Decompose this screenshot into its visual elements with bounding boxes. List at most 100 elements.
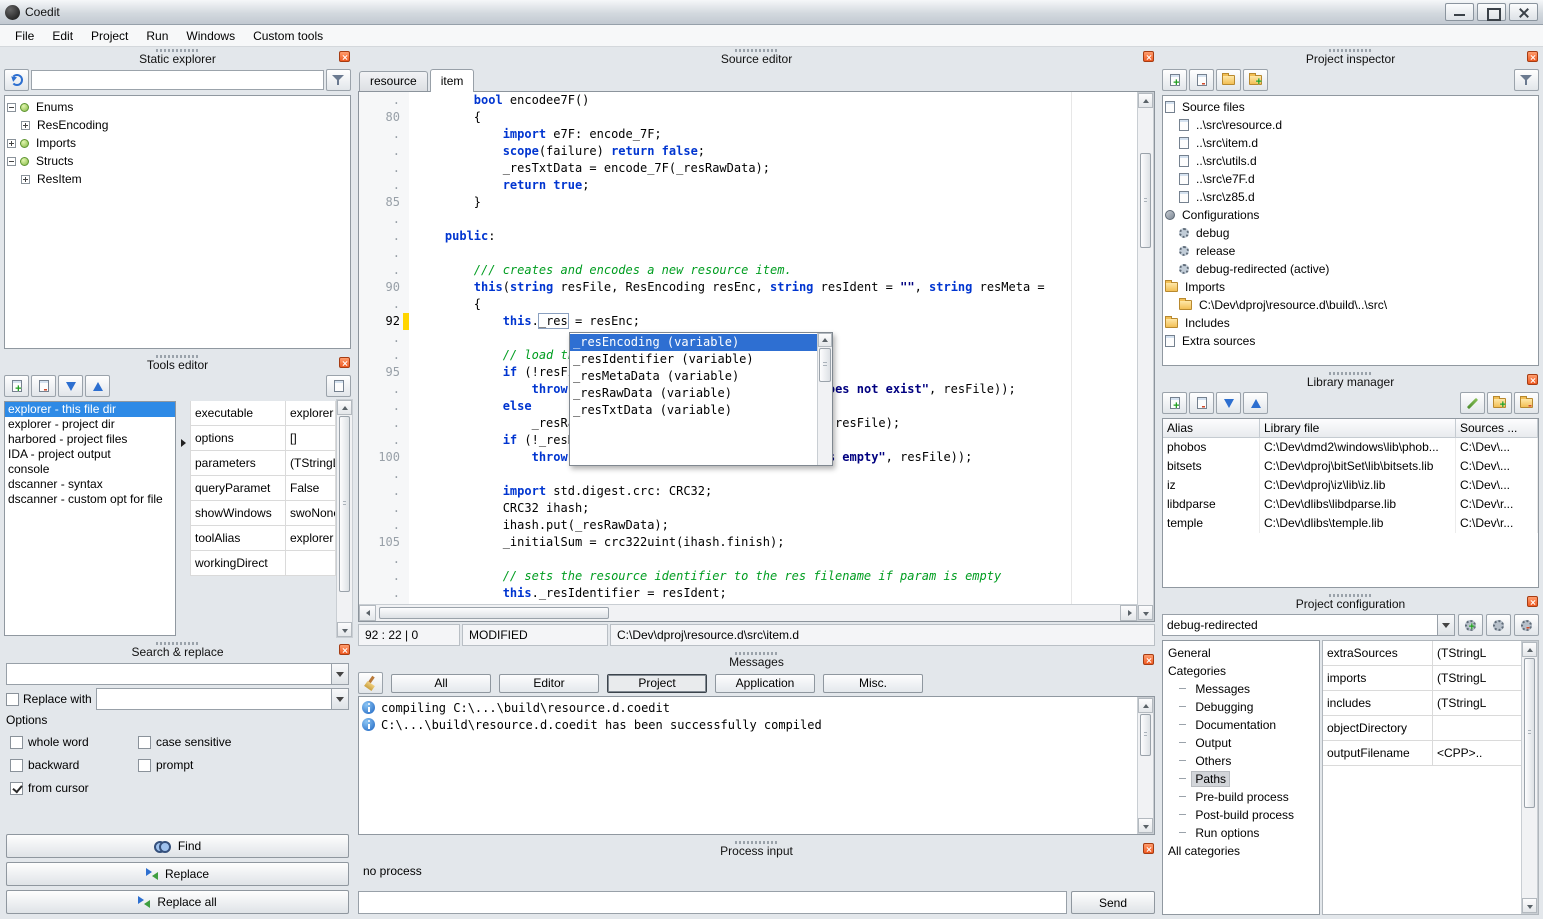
move-up-button[interactable] bbox=[85, 375, 110, 397]
search-option[interactable]: prompt bbox=[138, 758, 345, 772]
scrollbar-thumb[interactable] bbox=[819, 348, 831, 382]
scroll-up-icon[interactable] bbox=[1138, 698, 1153, 713]
code-line[interactable]: . this._resIdentifier = resIdent; bbox=[359, 585, 1137, 602]
code-line[interactable]: . bbox=[359, 551, 1137, 568]
property-row[interactable]: parameters (TStringL bbox=[190, 451, 336, 476]
category-item[interactable]: All categories bbox=[1163, 842, 1319, 860]
tree-item[interactable]: ..\src\utils.d bbox=[1163, 152, 1538, 170]
symbol-search-input[interactable] bbox=[31, 70, 324, 90]
category-item[interactable]: Output bbox=[1163, 734, 1319, 752]
scroll-right-icon[interactable] bbox=[1120, 605, 1137, 621]
property-value[interactable]: False bbox=[286, 476, 335, 500]
configuration-combo[interactable]: debug-redirected bbox=[1162, 614, 1455, 636]
move-down-button[interactable] bbox=[1216, 392, 1241, 414]
column-header-sources[interactable]: Sources ... bbox=[1456, 419, 1538, 437]
option-checkbox[interactable] bbox=[10, 782, 23, 795]
scrollbar-thumb[interactable] bbox=[1524, 658, 1535, 808]
code-line[interactable]: 85 } bbox=[359, 194, 1137, 211]
remove-tool-button[interactable] bbox=[31, 375, 56, 397]
clone-configuration-button[interactable] bbox=[1486, 614, 1511, 636]
replace-term-combo[interactable] bbox=[96, 688, 349, 710]
panel-close-icon[interactable] bbox=[1527, 596, 1538, 607]
tree-item[interactable]: Configurations bbox=[1163, 206, 1538, 224]
menu-item[interactable]: Project bbox=[82, 27, 137, 45]
titlebar[interactable]: Coedit bbox=[0, 0, 1543, 25]
expander-icon[interactable] bbox=[7, 139, 16, 148]
search-option[interactable]: backward bbox=[10, 758, 138, 772]
expander-icon[interactable] bbox=[7, 157, 16, 166]
message-filter-button[interactable]: All bbox=[391, 674, 491, 693]
tool-list-item[interactable]: dscanner - syntax bbox=[5, 477, 175, 492]
tool-list-item[interactable]: explorer - this file dir bbox=[5, 402, 175, 417]
property-value[interactable]: <CPP>.. bbox=[1433, 741, 1521, 765]
completion-scrollbar[interactable] bbox=[817, 333, 832, 465]
library-row[interactable]: bitsets C:\Dev\dproj\bitSet\lib\bitsets.… bbox=[1163, 457, 1538, 476]
scroll-up-icon[interactable] bbox=[818, 333, 832, 347]
replace-with-checkbox[interactable] bbox=[6, 693, 19, 706]
add-source-button[interactable] bbox=[1162, 69, 1187, 91]
menu-item[interactable]: Custom tools bbox=[244, 27, 332, 45]
expander-icon[interactable] bbox=[7, 103, 16, 112]
property-value[interactable]: (TStringL bbox=[286, 451, 335, 475]
search-option[interactable]: from cursor bbox=[10, 781, 138, 795]
menu-item[interactable]: Windows bbox=[177, 27, 244, 45]
property-value[interactable]: [] bbox=[286, 426, 335, 450]
move-down-button[interactable] bbox=[58, 375, 83, 397]
replace-all-button[interactable]: Replace all bbox=[6, 890, 349, 914]
property-value[interactable] bbox=[286, 551, 335, 575]
add-folder-sources-button[interactable] bbox=[1243, 69, 1268, 91]
code-line[interactable]: . bbox=[359, 211, 1137, 228]
code-line[interactable]: . public: bbox=[359, 228, 1137, 245]
category-item[interactable]: Paths bbox=[1163, 770, 1319, 788]
process-input-field[interactable] bbox=[358, 891, 1067, 914]
code-line[interactable]: 105 _initialSum = crc322uint(ihash.finis… bbox=[359, 534, 1137, 551]
category-item[interactable]: Documentation bbox=[1163, 716, 1319, 734]
code-line[interactable]: 80 { bbox=[359, 109, 1137, 126]
completion-item[interactable]: _resRawData (variable) bbox=[570, 385, 817, 402]
code-line[interactable]: . return true; bbox=[359, 177, 1137, 194]
category-item[interactable]: Categories bbox=[1163, 662, 1319, 680]
code-line[interactable]: 90 this(string resFile, ResEncoding resE… bbox=[359, 279, 1137, 296]
move-up-button[interactable] bbox=[1243, 392, 1268, 414]
library-row[interactable]: libdparse C:\Dev\dlibs\libdparse.lib C:\… bbox=[1163, 495, 1538, 514]
tree-item[interactable]: ..\src\item.d bbox=[1163, 134, 1538, 152]
tree-item[interactable]: Structs bbox=[5, 152, 350, 170]
editor-tab[interactable]: resource bbox=[359, 71, 428, 91]
code-line[interactable]: 92 this._res = resEnc; bbox=[359, 313, 1137, 330]
property-row[interactable]: extraSources (TStringL bbox=[1323, 641, 1521, 666]
scroll-down-icon[interactable] bbox=[1138, 605, 1153, 620]
panel-close-icon[interactable] bbox=[339, 51, 350, 62]
tool-list-item[interactable]: explorer - project dir bbox=[5, 417, 175, 432]
tree-item[interactable]: debug bbox=[1163, 224, 1538, 242]
code-line[interactable]: . _resTxtData = encode_7F(_resRawData); bbox=[359, 160, 1137, 177]
scrollbar-thumb[interactable] bbox=[379, 607, 609, 619]
property-row[interactable]: includes (TStringL bbox=[1323, 691, 1521, 716]
scroll-down-icon[interactable] bbox=[337, 622, 352, 637]
category-item[interactable]: Debugging bbox=[1163, 698, 1319, 716]
vertical-scrollbar[interactable] bbox=[336, 399, 353, 638]
panel-close-icon[interactable] bbox=[1527, 51, 1538, 62]
property-row[interactable]: options [] bbox=[190, 426, 336, 451]
remove-configuration-button[interactable] bbox=[1514, 614, 1539, 636]
remove-source-button[interactable] bbox=[1189, 69, 1214, 91]
refresh-button[interactable] bbox=[4, 69, 29, 91]
tree-item[interactable]: ResItem bbox=[5, 170, 350, 188]
completion-item[interactable]: _resMetaData (variable) bbox=[570, 368, 817, 385]
expander-icon[interactable] bbox=[21, 121, 30, 130]
scroll-up-icon[interactable] bbox=[337, 400, 352, 415]
property-value[interactable] bbox=[1433, 716, 1521, 740]
property-row[interactable]: objectDirectory bbox=[1323, 716, 1521, 741]
option-checkbox[interactable] bbox=[138, 736, 151, 749]
scroll-left-icon[interactable] bbox=[359, 605, 376, 621]
tree-item[interactable]: ..\src\z85.d bbox=[1163, 188, 1538, 206]
replace-button[interactable]: Replace bbox=[6, 862, 349, 886]
remove-library-button[interactable] bbox=[1189, 392, 1214, 414]
add-configuration-button[interactable] bbox=[1458, 614, 1483, 636]
property-value[interactable]: explorer bbox=[286, 526, 335, 550]
tool-list-item[interactable]: IDA - project output bbox=[5, 447, 175, 462]
code-line[interactable]: . /// creates and encodes a new resource… bbox=[359, 262, 1137, 279]
message-filter-button[interactable]: Application bbox=[715, 674, 815, 693]
run-tool-button[interactable] bbox=[326, 375, 351, 397]
menu-item[interactable]: File bbox=[6, 27, 43, 45]
code-area[interactable]: _resEncoding (variable)_resIdentifier (v… bbox=[359, 92, 1137, 604]
